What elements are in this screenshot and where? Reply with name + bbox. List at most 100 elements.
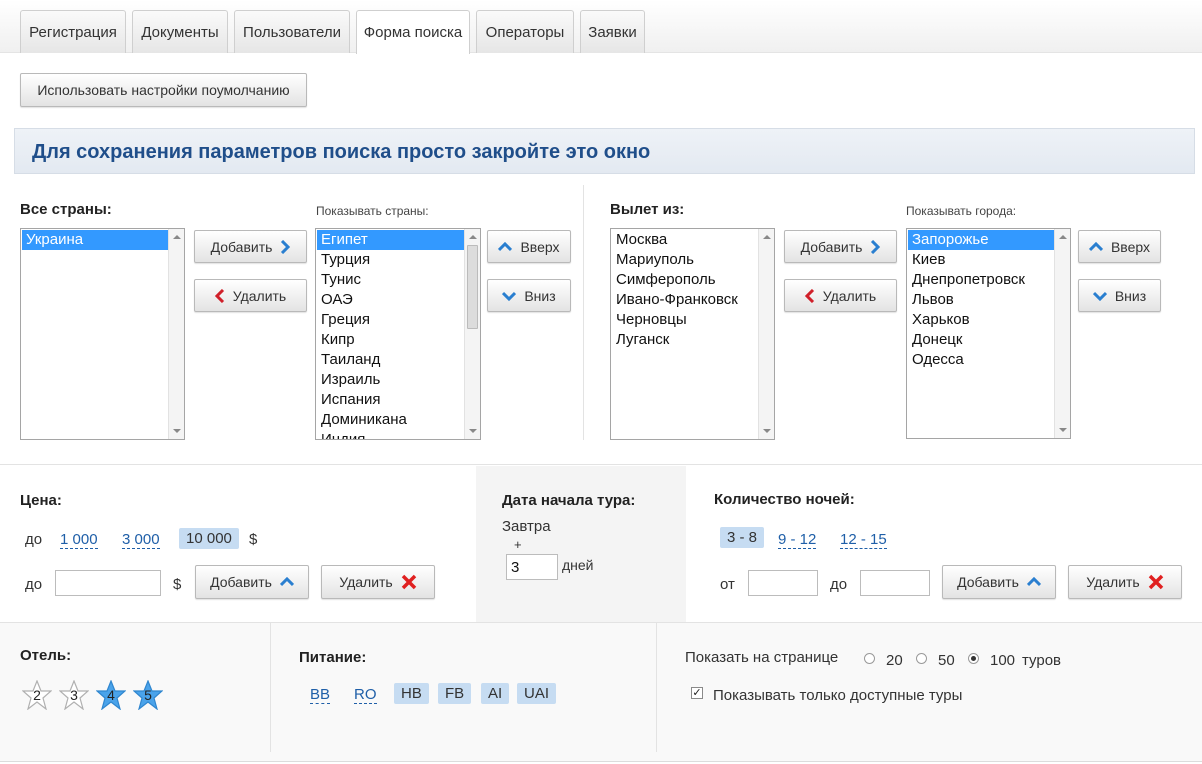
nights-to-input[interactable] xyxy=(860,570,930,596)
nights-option-9-12[interactable]: 9 - 12 xyxy=(778,531,817,549)
divider xyxy=(583,185,584,440)
move-up-label: Вверх xyxy=(520,238,560,255)
star-label: 3 xyxy=(70,687,78,703)
list-item[interactable]: Львов xyxy=(908,290,1054,310)
price-input[interactable] xyxy=(55,570,161,596)
list-item[interactable]: Харьков xyxy=(908,310,1054,330)
list-item[interactable]: Египет xyxy=(317,230,464,250)
shown-cities-list[interactable]: Запорожье Киев Днепропетровск Львов Харь… xyxy=(906,228,1071,439)
meal-option-uai[interactable]: UAI xyxy=(517,683,557,704)
star-4-button[interactable]: 4 xyxy=(96,680,126,710)
scroll-down-icon[interactable] xyxy=(763,429,771,433)
tab-operators[interactable]: Операторы xyxy=(476,10,574,53)
meal-option-hb[interactable]: HB xyxy=(394,683,429,704)
all-countries-list[interactable]: Украина xyxy=(20,228,185,440)
list-item[interactable]: Кипр xyxy=(317,330,464,350)
list-item[interactable]: Турция xyxy=(317,250,464,270)
move-up-country-button[interactable]: Вверх xyxy=(487,230,571,263)
add-city-button[interactable]: Добавить xyxy=(784,230,897,263)
price-to-label-2: до xyxy=(25,576,43,593)
tab-search-form[interactable]: Форма поиска xyxy=(356,10,470,54)
list-item[interactable]: Таиланд xyxy=(317,350,464,370)
per-page-radio-50[interactable] xyxy=(916,653,927,664)
scroll-down-icon[interactable] xyxy=(173,429,181,433)
days-unit: дней xyxy=(562,557,594,573)
days-input[interactable] xyxy=(506,554,558,580)
list-item[interactable]: ОАЭ xyxy=(317,290,464,310)
tab-registration[interactable]: Регистрация xyxy=(20,10,126,53)
list-item[interactable]: Москва xyxy=(612,230,758,250)
meal-option-fb[interactable]: FB xyxy=(438,683,472,704)
list-item[interactable]: Луганск xyxy=(612,330,758,350)
remove-country-button[interactable]: Удалить xyxy=(194,279,307,312)
list-item[interactable]: Индия xyxy=(317,430,464,439)
price-option-3000[interactable]: 3 000 xyxy=(122,531,160,549)
list-item[interactable]: Израиль xyxy=(317,370,464,390)
star-5-button[interactable]: 5 xyxy=(133,680,163,710)
remove-price-label: Удалить xyxy=(339,574,393,590)
star-2-button[interactable]: 2 xyxy=(22,680,52,710)
scrollbar[interactable] xyxy=(168,229,184,439)
move-down-city-button[interactable]: Вниз xyxy=(1078,279,1161,312)
list-item[interactable]: Запорожье xyxy=(908,230,1054,250)
list-item[interactable]: Украина xyxy=(22,230,168,250)
per-page-radio-20[interactable] xyxy=(864,653,875,664)
list-item[interactable]: Тунис xyxy=(317,270,464,290)
tab-users[interactable]: Пользователи xyxy=(234,10,350,53)
scroll-thumb[interactable] xyxy=(467,245,478,329)
list-item[interactable]: Черновцы xyxy=(612,310,758,330)
remove-city-button[interactable]: Удалить xyxy=(784,279,897,312)
divider xyxy=(0,622,1202,623)
meal-option-ai[interactable]: AI xyxy=(481,683,510,704)
tab-documents[interactable]: Документы xyxy=(132,10,228,53)
scroll-up-icon[interactable] xyxy=(763,235,771,239)
add-nights-button[interactable]: Добавить xyxy=(942,565,1056,599)
price-option-10000[interactable]: 10 000 xyxy=(179,528,239,549)
shown-countries-list[interactable]: Египет Турция Тунис ОАЭ Греция Кипр Таил… xyxy=(315,228,481,440)
use-defaults-button[interactable]: Использовать настройки поумолчанию xyxy=(20,73,307,107)
price-option-1000[interactable]: 1 000 xyxy=(60,531,98,549)
scroll-down-icon[interactable] xyxy=(1059,428,1067,432)
divider xyxy=(0,761,1202,762)
only-available-checkbox[interactable]: ✓ xyxy=(691,687,703,699)
list-item[interactable]: Испания xyxy=(317,390,464,410)
list-item[interactable]: Киев xyxy=(908,250,1054,270)
scrollbar[interactable] xyxy=(1054,229,1070,438)
per-page-radio-100[interactable] xyxy=(968,653,979,664)
move-down-country-button[interactable]: Вниз xyxy=(487,279,571,312)
banner-text: Для сохранения параметров поиска просто … xyxy=(32,141,651,163)
scroll-up-icon[interactable] xyxy=(1059,235,1067,239)
scroll-up-icon[interactable] xyxy=(173,235,181,239)
meal-option-bb[interactable]: BB xyxy=(310,686,331,704)
nights-from-input[interactable] xyxy=(748,570,818,596)
add-city-label: Добавить xyxy=(800,238,863,255)
list-item[interactable]: Симферополь xyxy=(612,270,758,290)
scroll-up-icon[interactable] xyxy=(469,235,477,239)
departure-cities-list[interactable]: Москва Мариуполь Симферополь Ивано-Франк… xyxy=(610,228,775,440)
nights-option-3-8[interactable]: 3 - 8 xyxy=(720,527,765,548)
arrow-left-icon xyxy=(214,288,225,303)
nights-option-12-15[interactable]: 12 - 15 xyxy=(840,531,887,549)
scroll-down-icon[interactable] xyxy=(469,429,477,433)
scrollbar[interactable] xyxy=(464,229,480,439)
list-item[interactable]: Днепропетровск xyxy=(908,270,1054,290)
meal-option-ro[interactable]: RO xyxy=(354,686,377,704)
remove-nights-button[interactable]: Удалить xyxy=(1068,565,1182,599)
add-price-button[interactable]: Добавить xyxy=(195,565,309,599)
list-item[interactable]: Греция xyxy=(317,310,464,330)
list-item[interactable]: Донецк xyxy=(908,330,1054,350)
list-item[interactable]: Доминикана xyxy=(317,410,464,430)
list-item[interactable]: Мариуполь xyxy=(612,250,758,270)
list-item[interactable]: Ивано-Франковск xyxy=(612,290,758,310)
scrollbar[interactable] xyxy=(758,229,774,439)
list-item[interactable]: Одесса xyxy=(908,350,1054,370)
move-up-city-button[interactable]: Вверх xyxy=(1078,230,1161,263)
tab-requests[interactable]: Заявки xyxy=(580,10,645,53)
per-page-option-20: 20 xyxy=(886,652,903,669)
per-page-label: Показать на странице xyxy=(685,649,839,666)
use-defaults-label: Использовать настройки поумолчанию xyxy=(37,82,290,98)
star-3-button[interactable]: 3 xyxy=(59,680,89,710)
remove-price-button[interactable]: Удалить xyxy=(321,565,435,599)
chevron-down-icon xyxy=(1092,291,1107,301)
add-country-button[interactable]: Добавить xyxy=(194,230,307,263)
